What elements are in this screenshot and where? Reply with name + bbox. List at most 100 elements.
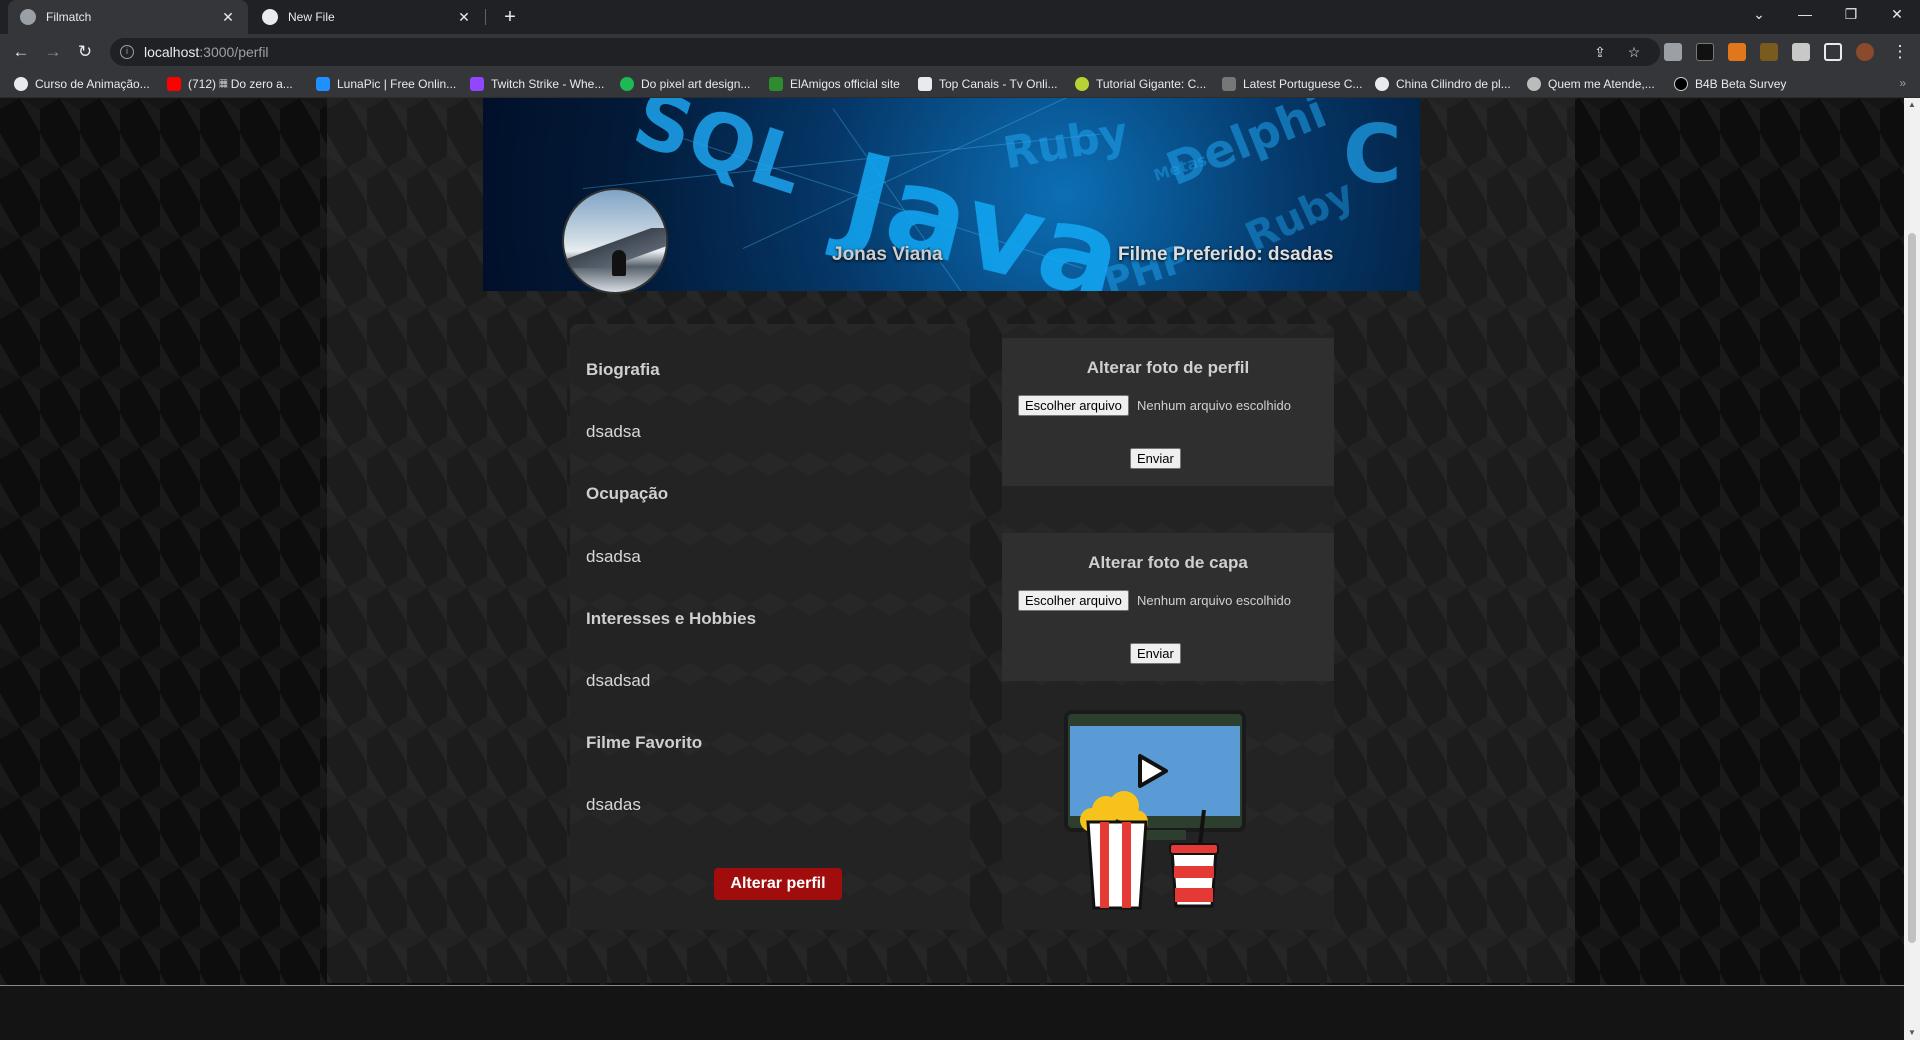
bookmark-label: B4B Beta Survey <box>1695 77 1787 91</box>
url-path: :3000/perfil <box>199 44 269 60</box>
bookmark-label: Twitch Strike - Whe... <box>491 77 605 91</box>
occupation-title: Ocupação <box>586 484 669 503</box>
bookmark-item[interactable]: ElAmigos official site <box>769 75 900 93</box>
share-icon[interactable]: ⇪ <box>1590 42 1610 62</box>
restore-button[interactable]: ❐ <box>1828 0 1874 30</box>
favorite-movie-title: Filme Favorito <box>586 733 703 752</box>
bookmark-favicon <box>316 77 330 91</box>
bookmark-item[interactable]: B4B Beta Survey <box>1674 75 1786 93</box>
youtube-icon <box>167 77 181 91</box>
bookmark-star-icon[interactable]: ☆ <box>1624 42 1644 62</box>
back-button[interactable]: ← <box>9 40 33 64</box>
tab-title: Filmatch <box>46 10 92 24</box>
bookmark-label: Top Canais - Tv Onli... <box>939 77 1058 91</box>
bookmark-favicon <box>1375 77 1389 91</box>
avatar <box>562 188 668 294</box>
profile-user-name: Jonas Viana <box>832 244 943 265</box>
forward-button[interactable]: → <box>41 40 65 64</box>
bookmark-label: Latest Portuguese C... <box>1243 77 1363 91</box>
reload-button[interactable]: ↻ <box>73 40 97 64</box>
menu-kebab-icon[interactable]: ⋮ <box>1888 40 1912 64</box>
tv-icon <box>918 77 932 91</box>
browser-tab-strip: Filmatch ✕ New File ✕ + ⌄ — ❐ ✕ <box>0 0 1920 34</box>
bookmark-item[interactable]: Top Canais - Tv Onli... <box>918 75 1058 93</box>
submit-profile-photo-button[interactable]: Enviar <box>1130 448 1181 469</box>
profile-favorite-movie: Filme Preferido: dsadas <box>1118 244 1334 265</box>
bookmark-item[interactable]: (712) 𝄜 Do zero a... <box>167 75 293 93</box>
bio-value: dsadsa <box>586 422 641 441</box>
photo-upload-card: Alterar foto de perfil Escolher arquivo … <box>1002 324 1334 930</box>
choose-cover-file-button[interactable]: Escolher arquivo <box>1018 590 1129 611</box>
new-tab-button[interactable]: + <box>498 4 522 30</box>
close-icon[interactable]: ✕ <box>220 9 236 26</box>
submit-cover-photo-button[interactable]: Enviar <box>1130 643 1181 664</box>
extension-icon[interactable] <box>1696 43 1714 61</box>
cover-file-status: Nenhum arquivo escolhido <box>1137 593 1291 608</box>
bookmark-label: (712) 𝄜 Do zero a... <box>188 76 293 91</box>
browser-toolbar: ← → ↻ i localhost:3000/perfil ⇪ ☆ ⋮ <box>0 34 1920 70</box>
bio-title: Biografia <box>586 360 660 379</box>
page-viewport: SQL Java Ruby Delphi C PHP Ruby Metas Jo… <box>0 98 1904 1040</box>
tab-title: New File <box>288 10 335 24</box>
bookmark-label: ElAmigos official site <box>790 77 900 91</box>
page-scrollbar[interactable]: ▲ ▼ <box>1904 98 1920 1040</box>
scroll-thumb[interactable] <box>1908 233 1916 943</box>
cover-photo-title: Alterar foto de capa <box>1088 553 1248 572</box>
choose-profile-file-button[interactable]: Escolher arquivo <box>1018 395 1129 416</box>
favorite-movie-value: dsadas <box>586 795 641 814</box>
bookmark-favicon <box>1222 77 1236 91</box>
side-panel-icon[interactable] <box>1824 43 1842 61</box>
address-bar[interactable]: i localhost:3000/perfil ⇪ ☆ <box>110 38 1660 66</box>
extension-icon[interactable] <box>1664 43 1682 61</box>
bookmark-favicon <box>14 77 28 91</box>
cover-word: SQL <box>623 98 815 213</box>
bookmark-label: Curso de Animação... <box>35 77 150 91</box>
bookmark-favicon <box>620 77 634 91</box>
bookmark-item[interactable]: Quem me Atende,... <box>1527 75 1655 93</box>
close-icon[interactable]: ✕ <box>456 9 472 26</box>
bookmark-label: Tutorial Gigante: C... <box>1096 77 1207 91</box>
globe-icon <box>20 9 36 25</box>
profile-file-status: Nenhum arquivo escolhido <box>1137 398 1291 413</box>
bookmark-item[interactable]: Latest Portuguese C... <box>1222 75 1362 93</box>
bookmark-label: Do pixel art design... <box>641 77 751 91</box>
bookmark-item[interactable]: Do pixel art design... <box>620 75 750 93</box>
site-info-icon[interactable]: i <box>120 45 134 59</box>
close-window-button[interactable]: ✕ <box>1874 0 1920 30</box>
bookmark-label: Quem me Atende,... <box>1548 77 1655 91</box>
profile-photo-form: Alterar foto de perfil Escolher arquivo … <box>1002 338 1334 486</box>
interests-title: Interesses e Hobbies <box>586 609 757 628</box>
profile-info-card: Biografia dsadsa Ocupação dsadsa Interes… <box>570 324 970 930</box>
extension-icon[interactable] <box>1760 43 1778 61</box>
cover-word: Delphi <box>1158 98 1334 197</box>
interests-value: dsadsad <box>586 671 651 690</box>
tab-divider <box>485 9 486 25</box>
metamask-icon[interactable] <box>1728 43 1746 61</box>
page-footer <box>0 985 1904 1040</box>
scroll-up-icon[interactable]: ▲ <box>1908 100 1916 109</box>
profile-photo-title: Alterar foto de perfil <box>1086 358 1250 377</box>
cover-word: C <box>1343 108 1402 201</box>
bookmark-label: China Cilindro de pl... <box>1396 77 1511 91</box>
bookmark-favicon <box>1674 77 1688 91</box>
bookmark-item[interactable]: Twitch Strike - Whe... <box>470 75 604 93</box>
profile-avatar[interactable] <box>1856 43 1874 61</box>
tab-new-file[interactable]: New File ✕ <box>250 0 484 34</box>
person-silhouette <box>612 250 626 276</box>
occupation-value: dsadsa <box>586 547 641 566</box>
github-icon <box>262 9 278 25</box>
bookmark-label: LunaPic | Free Onlin... <box>337 77 457 91</box>
tab-search-button[interactable]: ⌄ <box>1736 0 1782 30</box>
bookmark-item[interactable]: Curso de Animação... <box>14 75 150 93</box>
twitch-icon <box>470 77 484 91</box>
bookmark-item[interactable]: Tutorial Gigante: C... <box>1075 75 1206 93</box>
more-bookmarks-icon[interactable]: » <box>1899 76 1906 90</box>
extensions-puzzle-icon[interactable] <box>1792 43 1810 61</box>
tab-filmatch[interactable]: Filmatch ✕ <box>8 0 248 34</box>
minimize-button[interactable]: — <box>1782 0 1828 30</box>
bookmark-item[interactable]: China Cilindro de pl... <box>1375 75 1511 93</box>
edit-profile-button[interactable]: Alterar perfil <box>714 868 842 900</box>
bookmark-favicon <box>769 77 783 91</box>
bookmark-item[interactable]: LunaPic | Free Onlin... <box>316 75 456 93</box>
scroll-down-icon[interactable]: ▼ <box>1908 1028 1916 1037</box>
